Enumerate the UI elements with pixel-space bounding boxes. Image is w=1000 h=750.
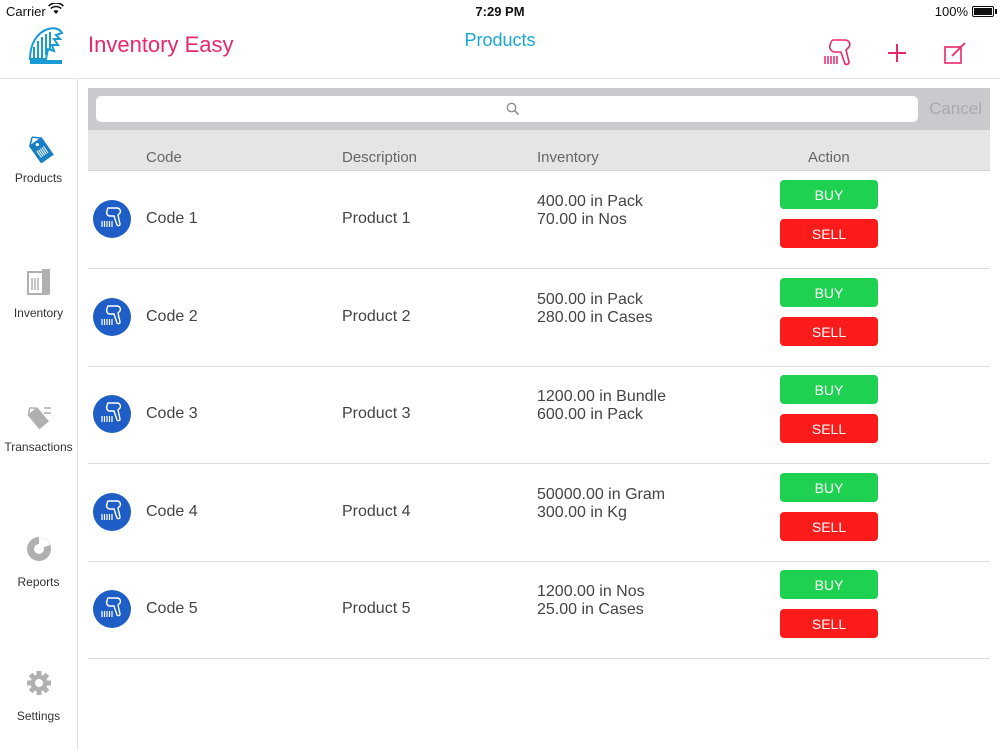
sell-button[interactable]: SELL <box>780 316 878 346</box>
product-description: Product 4 <box>342 502 411 520</box>
plus-icon <box>888 44 906 62</box>
add-button[interactable] <box>880 36 914 70</box>
sell-button[interactable]: SELL <box>780 219 878 248</box>
inventory-line-2: 300.00 in Kg <box>537 503 627 521</box>
search-bar: Cancel <box>88 88 990 130</box>
table-row[interactable]: Code 1 Product 1 400.00 in Pack 70.00 in… <box>88 171 990 269</box>
cancel-button[interactable]: Cancel <box>929 99 982 119</box>
search-icon <box>506 102 520 116</box>
sidebar: Products Inventory Transactions Reports … <box>0 79 78 750</box>
sell-button[interactable]: SELL <box>780 414 878 443</box>
buy-button[interactable]: BUY <box>780 570 878 599</box>
sidebar-item-label: Reports <box>17 575 60 589</box>
inventory-line-2: 25.00 in Cases <box>537 601 644 618</box>
sell-button[interactable]: SELL <box>780 609 878 638</box>
inventory-line-1: 50000.00 in Gram <box>537 485 666 503</box>
column-header-code: Code <box>146 149 182 166</box>
product-code: Code 1 <box>146 210 198 227</box>
barcode-scanner-icon <box>92 199 132 239</box>
product-description: Product 5 <box>342 600 411 617</box>
table-row[interactable]: Code 5 Product 5 1200.00 in Nos 25.00 in… <box>88 561 990 659</box>
table-header: Code Description Inventory Action <box>88 130 990 171</box>
product-description: Product 2 <box>342 307 411 325</box>
barcode-scanner-icon <box>92 492 132 532</box>
tags-icon <box>24 400 54 432</box>
sidebar-item-inventory[interactable]: Inventory <box>0 266 77 346</box>
clock: 7:29 PM <box>475 4 525 19</box>
sidebar-item-label: Inventory <box>13 306 64 320</box>
product-code: Code 2 <box>146 307 198 325</box>
inventory-line-2: 600.00 in Pack <box>537 406 643 423</box>
sidebar-item-label: Settings <box>16 709 61 723</box>
product-code: Code 3 <box>146 405 198 422</box>
product-code: Code 5 <box>146 600 198 617</box>
column-header-description: Description <box>342 149 418 166</box>
sidebar-item-products[interactable]: Products <box>0 131 77 211</box>
nav-bar: Inventory Easy Products <box>0 22 1000 79</box>
edit-icon <box>944 42 966 64</box>
barcode-scanner-icon <box>92 297 132 337</box>
edit-button[interactable] <box>938 36 972 70</box>
product-description: Product 3 <box>342 405 411 422</box>
barcode-scanner-button[interactable] <box>821 36 855 70</box>
price-tag-icon <box>24 131 54 164</box>
buy-button[interactable]: BUY <box>780 180 878 209</box>
sidebar-item-label: Transactions <box>4 440 73 454</box>
warehouse-icon <box>24 266 54 298</box>
battery-icon <box>972 6 997 17</box>
barcode-scanner-icon <box>92 589 132 629</box>
inventory-line-2: 70.00 in Nos <box>537 211 627 228</box>
search-input[interactable] <box>96 96 918 122</box>
barcode-scanner-icon <box>92 394 132 434</box>
gear-icon <box>24 669 54 701</box>
column-header-action: Action <box>808 149 850 166</box>
battery-percent: 100% <box>934 4 968 19</box>
product-code: Code 4 <box>146 502 198 520</box>
sidebar-item-settings[interactable]: Settings <box>0 669 77 749</box>
product-description: Product 1 <box>342 210 411 227</box>
sidebar-item-transactions[interactable]: Transactions <box>0 400 77 480</box>
table-row[interactable]: Code 4 Product 4 50000.00 in Gram 300.00… <box>88 464 990 562</box>
buy-button[interactable]: BUY <box>780 472 878 502</box>
sidebar-item-label: Products <box>14 171 63 185</box>
buy-button[interactable]: BUY <box>780 375 878 404</box>
inventory-line-1: 400.00 in Pack <box>537 193 643 210</box>
column-header-inventory: Inventory <box>537 149 599 166</box>
inventory-line-1: 500.00 in Pack <box>537 290 643 308</box>
inventory-line-1: 1200.00 in Nos <box>537 583 645 600</box>
barcode-scanner-icon <box>824 39 851 66</box>
inventory-line-1: 1200.00 in Bundle <box>537 388 666 405</box>
pie-chart-icon <box>24 535 54 567</box>
table-row[interactable]: Code 2 Product 2 500.00 in Pack 280.00 i… <box>88 269 990 367</box>
sidebar-item-reports[interactable]: Reports <box>0 535 77 615</box>
table-row[interactable]: Code 3 Product 3 1200.00 in Bundle 600.0… <box>88 366 990 464</box>
status-bar: Carrier 7:29 PM 100% <box>0 0 1000 22</box>
inventory-line-2: 280.00 in Cases <box>537 308 653 326</box>
sell-button[interactable]: SELL <box>780 511 878 541</box>
buy-button[interactable]: BUY <box>780 277 878 307</box>
